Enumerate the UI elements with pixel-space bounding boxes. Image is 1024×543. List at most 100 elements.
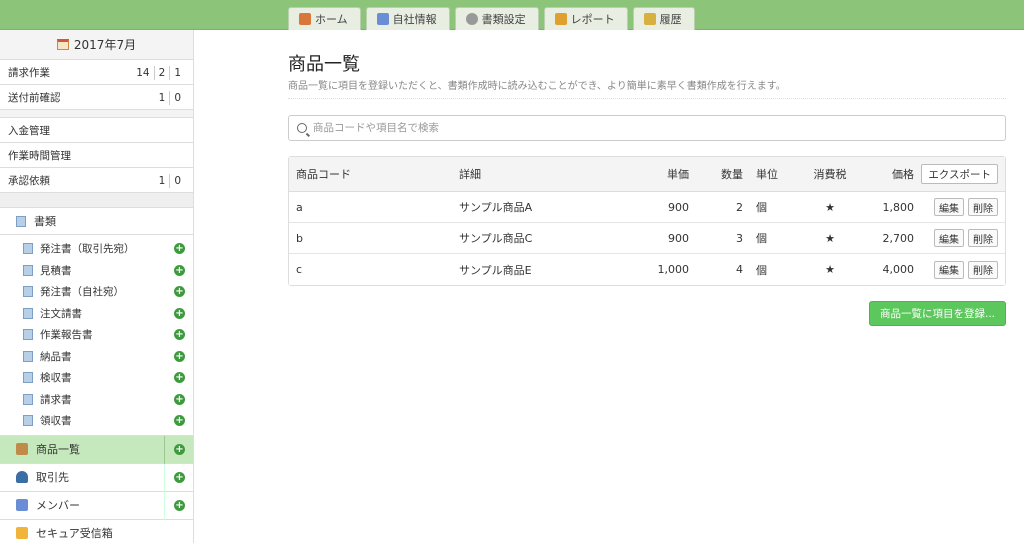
sidebar-item-order-confirmation[interactable]: 注文請書 + (0, 303, 193, 325)
tab-label: レポート (570, 13, 615, 26)
divider (0, 110, 193, 118)
add-icon[interactable]: + (174, 372, 185, 384)
tab-home[interactable]: ホーム (288, 7, 361, 30)
sidebar-item-invoice[interactable]: 請求書 + (0, 389, 193, 411)
add-icon[interactable]: + (174, 243, 185, 255)
tab-history[interactable]: 履歴 (632, 7, 695, 30)
add-icon[interactable]: + (174, 471, 185, 483)
cell-code: a (296, 200, 303, 214)
sidebar-section-documents[interactable]: 書類 (0, 208, 193, 235)
add-icon[interactable]: + (174, 350, 185, 362)
search-box[interactable] (288, 115, 1006, 141)
tax-star-icon: ★ (825, 231, 835, 245)
edit-button[interactable]: 編集 (934, 260, 964, 279)
sidebar-item-approval-request[interactable]: 承認依頼 1 0 (0, 168, 193, 193)
register-product-button[interactable]: 商品一覧に項目を登録... (868, 301, 1006, 326)
sidebar-item-clients[interactable]: 取引先 + (0, 463, 193, 492)
add-icon[interactable]: + (174, 393, 185, 405)
count[interactable]: 0 (169, 90, 185, 105)
divider (0, 193, 193, 208)
cell-code: b (296, 231, 303, 245)
cell-code: c (296, 263, 303, 276)
section-label: 書類 (34, 215, 56, 228)
cell-unit: 個 (756, 201, 767, 214)
tab-label: 書類設定 (481, 13, 526, 26)
table-header: 商品コード 詳細 単価 数量 単位 消費税 価格 エクスポート (289, 157, 1005, 192)
edit-button[interactable]: 編集 (934, 198, 964, 216)
count[interactable]: 14 (132, 66, 153, 80)
count[interactable]: 0 (169, 173, 185, 188)
column-header-amount: 価格 (892, 168, 914, 181)
sidebar-item-label: 作業報告書 (40, 329, 93, 342)
sidebar-item-delivery-note[interactable]: 納品書 + (0, 346, 193, 368)
sidebar-item-purchase-order-self[interactable]: 発注書（自社宛） + (0, 281, 193, 303)
count[interactable]: 1 (155, 174, 170, 188)
sidebar-item-pre-send-check[interactable]: 送付前確認 1 0 (0, 85, 193, 110)
month-label: 2017年7月 (73, 38, 137, 52)
add-icon[interactable]: + (174, 415, 185, 427)
home-icon (299, 13, 311, 25)
envelope-icon (16, 527, 28, 539)
month-selector[interactable]: 2017年7月 (0, 30, 193, 60)
count[interactable]: 1 (155, 91, 170, 105)
delete-button[interactable]: 削除 (968, 198, 998, 216)
status-counts: 1 0 (155, 168, 185, 193)
add-icon[interactable]: + (174, 264, 185, 276)
sidebar-item-work-time-management[interactable]: 作業時間管理 (0, 143, 193, 168)
tax-star-icon: ★ (825, 263, 835, 276)
sidebar-item-label: 取引先 (36, 471, 69, 484)
document-icon (16, 215, 26, 227)
add-icon[interactable]: + (174, 499, 185, 511)
bar-chart-icon (554, 13, 567, 25)
export-button[interactable]: エクスポート (921, 164, 998, 184)
cell-quantity: 2 (736, 200, 743, 214)
sidebar-item-estimate[interactable]: 見積書 + (0, 260, 193, 282)
cell-amount: 1,800 (882, 200, 915, 214)
cell-unit-price: 1,000 (657, 263, 690, 276)
edit-button[interactable]: 編集 (934, 229, 964, 247)
add-icon[interactable]: + (174, 329, 185, 341)
sidebar-item-secure-inbox[interactable]: セキュア受信箱 (0, 519, 193, 543)
sidebar-item-label: 注文請書 (40, 307, 82, 320)
column-header-quantity: 数量 (721, 168, 743, 181)
cell-unit-price: 900 (668, 200, 689, 214)
search-input[interactable] (313, 122, 963, 134)
sidebar-item-work-report[interactable]: 作業報告書 + (0, 324, 193, 346)
count[interactable]: 2 (153, 65, 170, 80)
page-title: 商品一覧 (288, 54, 360, 75)
sidebar-item-billing-work[interactable]: 請求作業 14 2 1 (0, 60, 193, 85)
sidebar-item-purchase-order-client[interactable]: 発注書（取引先宛） + (0, 238, 193, 260)
sidebar-item-receipt[interactable]: 領収書 + (0, 410, 193, 432)
document-icon (23, 350, 33, 362)
sidebar-item-payment-management[interactable]: 入金管理 (0, 118, 193, 143)
add-icon[interactable]: + (174, 443, 185, 455)
tab-company-info[interactable]: 自社情報 (365, 7, 450, 30)
sidebar-item-label: 商品一覧 (36, 443, 80, 456)
document-icon (23, 393, 33, 405)
add-icon[interactable]: + (174, 307, 185, 319)
delete-button[interactable]: 削除 (968, 260, 998, 279)
count[interactable]: 1 (169, 65, 185, 80)
cell-quantity: 3 (736, 231, 743, 245)
building-icon (376, 13, 389, 25)
table-row: a サンプル商品A 900 2 個 ★ 1,800 編集 削除 (289, 192, 1005, 223)
add-icon[interactable]: + (174, 286, 185, 298)
sidebar-item-product-list[interactable]: 商品一覧 + (0, 435, 193, 464)
tab-report[interactable]: レポート (543, 7, 628, 30)
table-row: b サンプル商品C 900 3 個 ★ 2,700 編集 削除 (289, 223, 1005, 254)
sidebar: 2017年7月 請求作業 14 2 1 送付前確認 1 0 入金管理 作業時間管… (0, 30, 194, 543)
delete-button[interactable]: 削除 (968, 229, 998, 247)
sidebar-item-members[interactable]: メンバー + (0, 491, 193, 520)
sidebar-item-label: メンバー (36, 499, 80, 512)
sidebar-item-label: 発注書（自社宛） (40, 286, 124, 299)
column-header-detail: 詳細 (459, 168, 481, 181)
cell-amount: 2,700 (882, 231, 915, 245)
cell-detail: サンプル商品E (459, 263, 532, 277)
sidebar-item-inspection[interactable]: 検収書 + (0, 367, 193, 389)
search-icon (297, 123, 307, 133)
sidebar-item-label: 発注書（取引先宛） (40, 243, 135, 256)
divider (288, 98, 1006, 99)
tab-document-settings[interactable]: 書類設定 (454, 7, 539, 30)
sidebar-item-label: 作業時間管理 (8, 149, 71, 162)
divider (164, 463, 165, 492)
